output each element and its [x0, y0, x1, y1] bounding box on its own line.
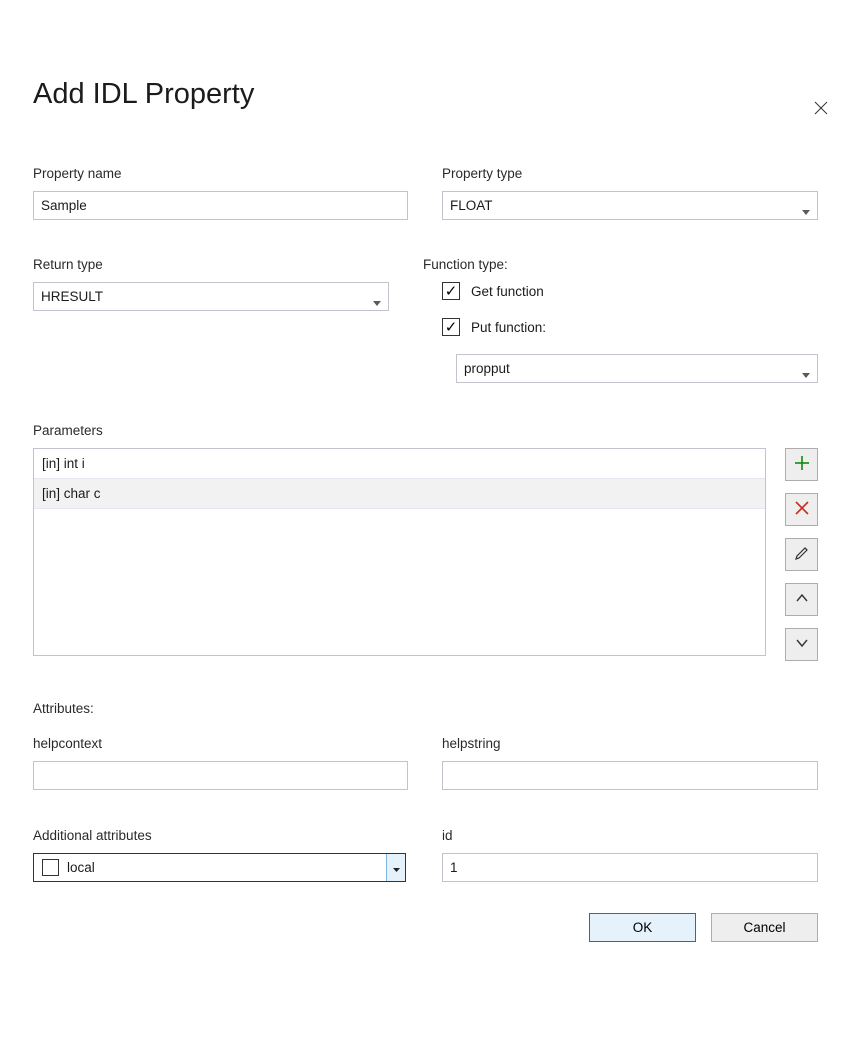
page-title: Add IDL Property — [33, 78, 818, 111]
helpstring-label: helpstring — [442, 736, 818, 751]
property-type-label: Property type — [442, 166, 818, 181]
parameters-list[interactable]: [in] int i[in] char c — [33, 448, 766, 656]
helpcontext-input[interactable] — [33, 761, 408, 790]
close-button[interactable] — [812, 100, 830, 118]
attributes-label: Attributes: — [33, 701, 818, 716]
id-label: id — [442, 828, 818, 843]
property-name-input[interactable] — [33, 191, 408, 220]
return-type-value: HRESULT — [41, 289, 103, 304]
delete-parameter-button[interactable] — [785, 493, 818, 526]
caret-down-icon — [393, 860, 400, 875]
chevron-down-icon — [794, 635, 810, 654]
property-type-select[interactable]: FLOAT — [442, 191, 818, 220]
put-function-checkbox[interactable] — [442, 318, 460, 336]
property-name-label: Property name — [33, 166, 408, 181]
additional-attributes-label: Additional attributes — [33, 828, 408, 843]
move-down-button[interactable] — [785, 628, 818, 661]
id-input[interactable] — [442, 853, 818, 882]
put-type-value: propput — [464, 361, 510, 376]
return-type-select[interactable]: HRESULT — [33, 282, 389, 311]
put-type-select[interactable]: propput — [456, 354, 818, 383]
put-function-label: Put function: — [471, 319, 546, 335]
function-type-label: Function type: — [423, 257, 818, 272]
chevron-down-icon — [802, 366, 810, 371]
chevron-down-icon — [802, 203, 810, 208]
additional-attr-option-text: local — [67, 860, 386, 875]
parameters-label: Parameters — [33, 423, 818, 438]
helpstring-input[interactable] — [442, 761, 818, 790]
additional-attributes-select[interactable]: local — [33, 853, 406, 882]
get-function-label: Get function — [471, 283, 544, 299]
move-up-button[interactable] — [785, 583, 818, 616]
additional-attributes-dropdown-button[interactable] — [386, 854, 405, 881]
close-icon — [814, 101, 828, 118]
return-type-label: Return type — [33, 257, 389, 272]
helpcontext-label: helpcontext — [33, 736, 408, 751]
plus-icon — [794, 455, 810, 474]
property-type-value: FLOAT — [450, 198, 493, 213]
parameter-item[interactable]: [in] int i — [34, 449, 765, 479]
chevron-up-icon — [794, 590, 810, 609]
chevron-down-icon — [373, 294, 381, 299]
get-function-checkbox[interactable] — [442, 282, 460, 300]
x-icon — [794, 500, 810, 519]
parameter-item[interactable]: [in] char c — [34, 479, 765, 509]
pencil-icon — [794, 545, 810, 564]
add-parameter-button[interactable] — [785, 448, 818, 481]
edit-parameter-button[interactable] — [785, 538, 818, 571]
ok-button[interactable]: OK — [589, 913, 696, 942]
cancel-button[interactable]: Cancel — [711, 913, 818, 942]
additional-attr-option-checkbox[interactable] — [42, 859, 59, 876]
